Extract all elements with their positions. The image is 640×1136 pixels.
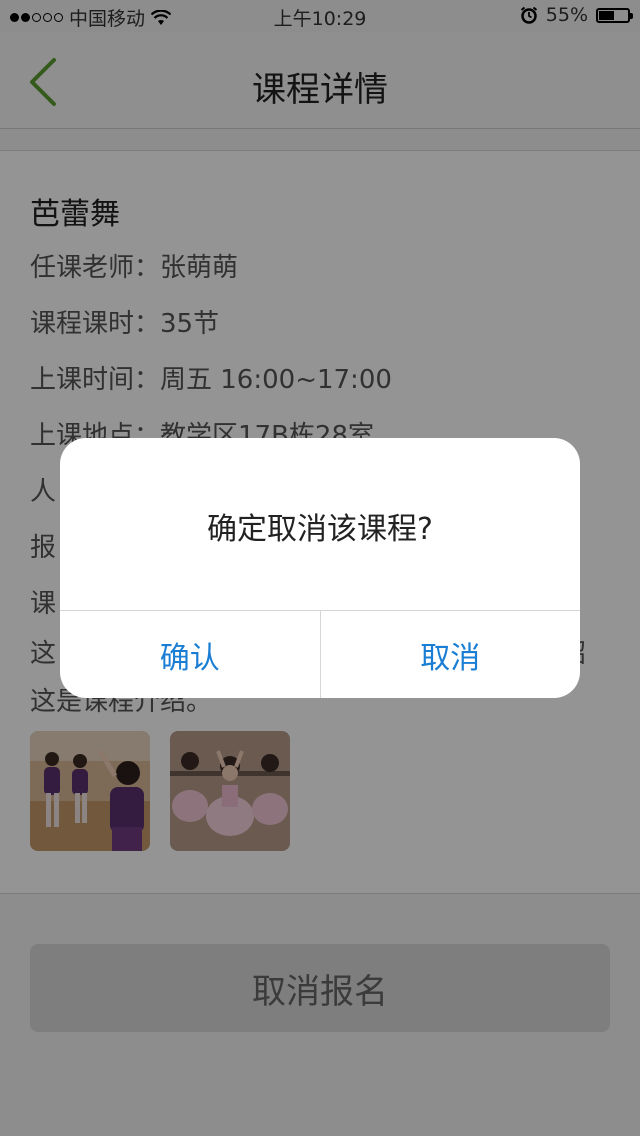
dialog-actions: 确认 取消 — [60, 610, 580, 698]
dialog-confirm-button[interactable]: 确认 — [60, 611, 320, 698]
dialog-cancel-button[interactable]: 取消 — [319, 611, 581, 698]
confirm-dialog: 确定取消该课程? 确认 取消 — [60, 438, 580, 698]
dialog-message: 确定取消该课程? — [207, 512, 433, 547]
